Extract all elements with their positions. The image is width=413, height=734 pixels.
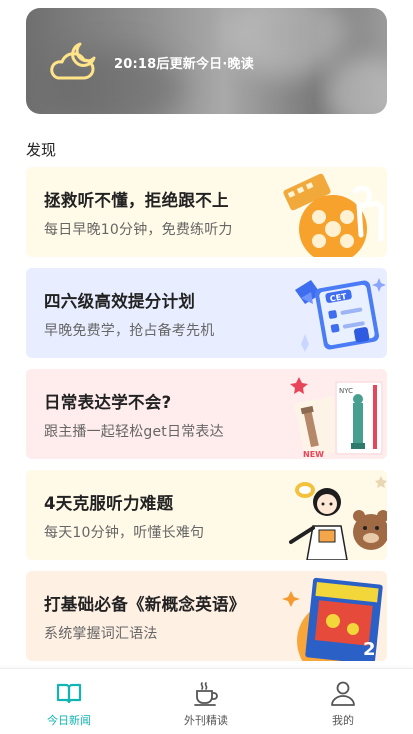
card-title: 打基础必备《新概念英语》 [44,595,246,614]
new-concept-book-icon: 2 [282,577,383,661]
course-card-new-concept[interactable]: 打基础必备《新概念英语》 系统掌握词汇语法 2 [26,571,387,661]
banner-background-blur [326,58,387,114]
open-book-icon [56,683,82,704]
tab-label: 今日新闻 [47,714,91,727]
course-card-cet[interactable]: 四六级高效提分计划 早晚免费学，抢占备考先机 CET [26,268,387,358]
tab-foreign-reading[interactable]: 外刊精读 [151,679,261,728]
evening-reading-banner[interactable]: 20:18后更新今日·晚读 [26,8,387,114]
card-subtitle: 跟主播一起轻松get日常表达 [44,424,224,440]
card-title: 四六级高效提分计划 [44,292,196,311]
svg-text:2: 2 [363,639,376,660]
course-card-listening-challenge[interactable]: 4天克服听力难题 每天10分钟，听懂长难句 [26,470,387,560]
travel-tickets-icon: NYC NEW [290,377,383,459]
card-title: 4天克服听力难题 [44,494,174,513]
tab-today-news[interactable]: 今日新闻 [14,679,124,728]
card-subtitle: 系统掌握词汇语法 [44,626,158,642]
user-profile-icon [331,681,355,706]
svg-text:NEW: NEW [303,450,324,459]
tab-label: 我的 [332,714,354,727]
course-card-daily-expression[interactable]: 日常表达学不会? 跟主播一起轻松get日常表达 NYC NEW [26,369,387,459]
coffee-cup-icon [194,682,218,706]
cet-paper-icon: CET [295,278,386,352]
banner-update-text: 20:18后更新今日·晚读 [114,57,254,72]
cartoon-girl-bear-icon [289,476,387,560]
card-title: 拯救听不懂，拒绝跟不上 [44,191,229,210]
card-subtitle: 早晚免费学，抢占备考先机 [44,323,215,339]
section-title-discover: 发现 [26,141,57,159]
film-reel-earbuds-icon [283,173,384,257]
moon-cloud-icon [50,42,96,80]
card-subtitle: 每天10分钟，听懂长难句 [44,525,205,541]
card-subtitle: 每日早晚10分钟，免费练听力 [44,222,233,238]
card-title: 日常表达学不会? [44,393,172,412]
tab-label: 外刊精读 [184,714,228,727]
bottom-tab-bar: 今日新闻 外刊精读 我的 [0,668,413,734]
svg-text:NYC: NYC [339,387,353,395]
course-card-listening[interactable]: 拯救听不懂，拒绝跟不上 每日早晚10分钟，免费练听力 [26,167,387,257]
tab-mine[interactable]: 我的 [288,679,398,728]
